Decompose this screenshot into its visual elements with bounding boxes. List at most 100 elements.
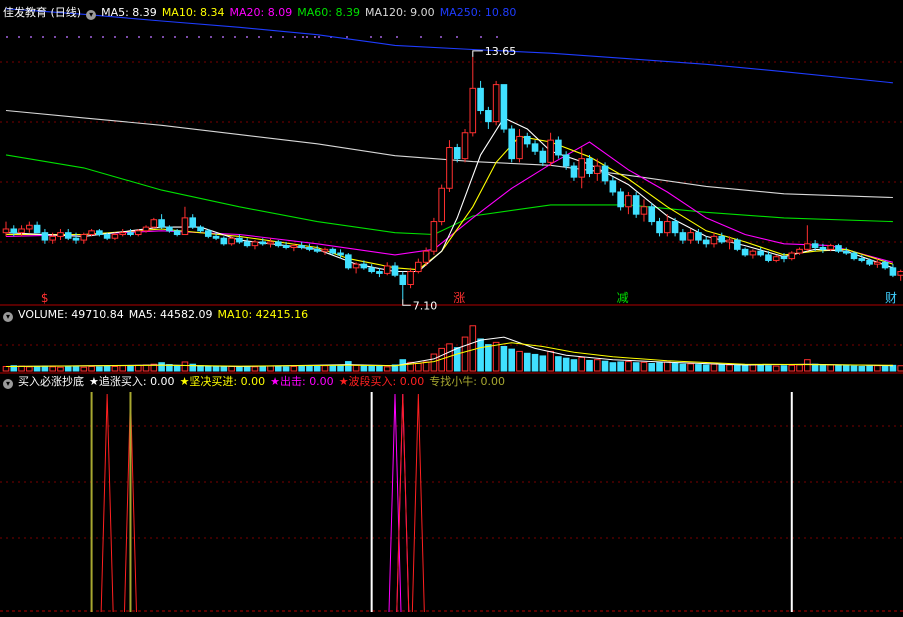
candle-body [415, 261, 422, 273]
ma5-label: MA5: 8.39 [101, 6, 157, 19]
volume-bar [72, 366, 80, 372]
candle-body [562, 154, 570, 167]
volume-bar [267, 365, 274, 372]
signal-calf-label: 专找小牛: 0.00 [429, 375, 505, 388]
chevron-down-icon[interactable]: ▾ [86, 10, 97, 20]
signal-spike [411, 393, 425, 613]
candle-body [508, 128, 515, 160]
candle-body [399, 274, 407, 285]
candle-body [671, 221, 679, 234]
candle-body [827, 245, 834, 250]
low-price-label: 7.10 [413, 299, 438, 312]
high-marker-line [472, 50, 483, 57]
volume-bar [695, 364, 702, 372]
candle-body [158, 219, 165, 228]
volume-bar [383, 366, 391, 372]
candle-body [749, 250, 757, 256]
volume-bar [313, 365, 321, 372]
volume-bar [881, 365, 889, 372]
volume-bar [368, 365, 375, 372]
volume-bar [547, 350, 554, 372]
candle-body [617, 191, 624, 208]
candle-body [430, 221, 438, 252]
candle-body [648, 206, 656, 223]
candle-body [33, 224, 41, 234]
volume-bar [275, 365, 282, 372]
candle-body [64, 232, 72, 239]
candle-body [119, 232, 127, 236]
volume-bar [88, 365, 95, 372]
volume-bar [578, 356, 586, 372]
candle-body [127, 232, 134, 236]
header-dot [440, 36, 442, 38]
chevron-down-icon[interactable]: ▾ [3, 379, 13, 389]
event-marker: $ [41, 291, 49, 305]
high-price-label: 13.65 [485, 45, 517, 58]
header-dot [282, 36, 284, 38]
volume-bar [827, 364, 834, 372]
header-dot [302, 36, 304, 38]
candle-body [586, 158, 593, 174]
volume-bar [804, 359, 811, 372]
header-dot [54, 36, 56, 38]
stock-title[interactable]: 佳发教育 (日线) [3, 6, 81, 19]
candle-body [446, 147, 453, 189]
volume-bar [111, 365, 119, 372]
volume-bar [508, 348, 515, 372]
candle-body [578, 158, 586, 178]
volume-bar [80, 366, 88, 372]
indicator-name[interactable]: 买入必涨抄底 [18, 375, 84, 388]
header-dot [496, 36, 498, 38]
volume-bar [197, 365, 204, 372]
volume-bar [850, 365, 858, 372]
candle-body [345, 254, 352, 269]
volume-bar [477, 338, 484, 372]
candle-body [142, 226, 150, 232]
event-marker: 减 [617, 291, 629, 305]
volume-bar [780, 365, 788, 372]
volume-bar [321, 365, 329, 372]
header-dot [6, 36, 8, 38]
volume-bar [593, 359, 601, 372]
volume-bar [702, 364, 710, 372]
header-dot [186, 36, 188, 38]
volume-bar [33, 365, 41, 372]
candle-body [835, 245, 842, 252]
candle-body [632, 195, 640, 215]
volume-bar [329, 364, 337, 372]
header-dot [456, 36, 458, 38]
signal-swing-label: ★波段买入: 0.00 [338, 375, 425, 388]
volume-bar [259, 365, 267, 372]
candle-body [889, 267, 897, 276]
candle-body [228, 237, 235, 245]
candle-body [18, 228, 25, 234]
candle-body [461, 132, 469, 160]
header-dot [396, 36, 398, 38]
candle-body [555, 139, 562, 156]
volume-bar [640, 361, 648, 372]
volume-panel-header: ▾ VOLUME: 49710.84 MA5: 44582.09 MA10: 4241… [0, 308, 313, 322]
candle-body [765, 254, 772, 261]
volume-bar [422, 361, 430, 372]
volume-bar [2, 365, 10, 372]
volume-bar [796, 364, 803, 372]
candle-body [640, 206, 648, 215]
candle-body [134, 230, 142, 236]
ma10-label: MA10: 8.34 [161, 6, 225, 19]
candle-body [718, 235, 726, 243]
volume-bar [656, 362, 663, 372]
volume-bar [57, 366, 64, 372]
volume-bar [609, 362, 617, 372]
header-dot [150, 36, 152, 38]
header-dot [306, 36, 308, 38]
volume-bar [119, 365, 127, 372]
candle-body [516, 135, 523, 160]
candle-body [96, 230, 103, 236]
chevron-down-icon[interactable]: ▾ [3, 312, 13, 322]
candle-body [788, 252, 796, 260]
candle-body [391, 265, 399, 276]
candle-body [726, 239, 733, 243]
ma250-label: MA250: 10.80 [439, 6, 517, 19]
candle-body [531, 143, 539, 152]
event-marker: 财 [885, 291, 897, 305]
